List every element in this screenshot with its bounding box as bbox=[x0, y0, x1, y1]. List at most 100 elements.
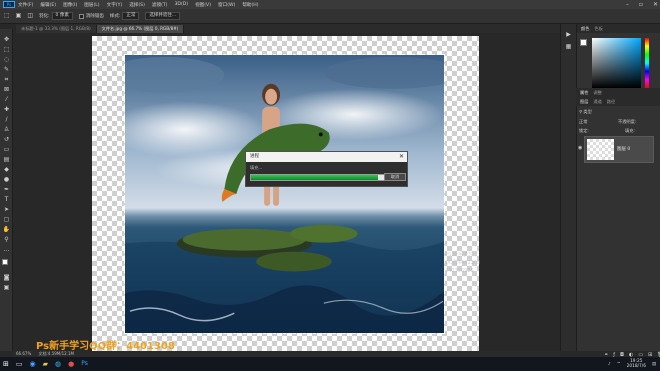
new-selection-icon[interactable]: ▣ bbox=[16, 12, 22, 20]
menu-edit[interactable]: 编辑(E) bbox=[40, 2, 56, 8]
tab-color[interactable]: 颜色 bbox=[581, 26, 589, 31]
network-icon[interactable]: ⌔ bbox=[617, 361, 621, 367]
lock-label: 锁定: bbox=[579, 128, 589, 133]
dialog-title: 进程 bbox=[250, 154, 260, 159]
date-text: 2018/7/6 bbox=[626, 364, 646, 369]
lasso-tool-icon[interactable]: ◌ bbox=[2, 55, 11, 64]
move-tool-icon[interactable]: ✥ bbox=[2, 35, 11, 44]
select-and-mask-button[interactable]: 选择并遮住... bbox=[145, 12, 181, 20]
foreground-color-swatch[interactable] bbox=[2, 259, 8, 265]
layer-thumbnail bbox=[587, 139, 614, 160]
menu-filter[interactable]: 滤镜(T) bbox=[152, 2, 168, 8]
close-icon[interactable]: ✕ bbox=[653, 1, 658, 8]
layer-name[interactable]: 图层 0 bbox=[617, 146, 630, 152]
blur-tool-icon[interactable]: ◆ bbox=[2, 165, 11, 174]
eyedropper-tool-icon[interactable]: ⁄ bbox=[2, 95, 11, 104]
tab-channels[interactable]: 通道 bbox=[593, 99, 601, 104]
canvas-image bbox=[124, 54, 445, 334]
doc-size: 文档:4.59M/12.1M bbox=[38, 351, 74, 356]
menu-help[interactable]: 帮助(H) bbox=[242, 2, 258, 8]
shape-tool-icon[interactable]: ▢ bbox=[2, 215, 11, 224]
history-panel-icon[interactable]: ▶ bbox=[564, 30, 573, 39]
progress-dialog: 进程 ✕ 填充... bbox=[245, 151, 408, 187]
clone-stamp-icon[interactable]: ♙ bbox=[2, 125, 11, 134]
options-bar: ⬚ ▣ ◫ 羽化: 0 像素 消除锯齿 样式: 正常 选择并遮住... bbox=[0, 9, 660, 24]
eye-icon[interactable]: ◉ bbox=[578, 145, 582, 151]
tab-paths[interactable]: 路径 bbox=[607, 99, 615, 104]
tab-adjustments[interactable]: 调整 bbox=[593, 90, 601, 95]
type-tool-icon[interactable]: T bbox=[2, 195, 11, 204]
more-tools-icon[interactable]: … bbox=[2, 245, 11, 254]
zoom-level[interactable]: 66.67% bbox=[16, 351, 31, 356]
dodge-tool-icon[interactable]: ● bbox=[2, 175, 11, 184]
antialias-checkbox[interactable]: 消除锯齿 bbox=[78, 13, 104, 19]
marquee-tool-icon[interactable]: ⬚ bbox=[4, 12, 10, 20]
feather-input[interactable]: 0 像素 bbox=[51, 12, 73, 20]
menu-image[interactable]: 图像(I) bbox=[63, 2, 77, 8]
tab-document-2[interactable]: 文件名.jpg @ 66.7% (图层 0, RGB/8#) bbox=[96, 25, 185, 33]
feather-control: 羽化: 0 像素 bbox=[39, 12, 73, 20]
screen-mode-icon[interactable]: ▣ bbox=[2, 283, 11, 292]
menu-window[interactable]: 窗口(W) bbox=[218, 2, 235, 8]
maximize-icon[interactable]: ▫ bbox=[639, 1, 643, 8]
history-brush-icon[interactable]: ↺ bbox=[2, 135, 11, 144]
browser-icon[interactable]: ◉ bbox=[30, 357, 36, 371]
quick-mask-icon[interactable]: ◙ bbox=[2, 273, 11, 282]
tab-properties[interactable]: 属性 bbox=[580, 90, 588, 95]
zoom-tool-icon[interactable]: ⚲ bbox=[2, 235, 11, 244]
tab-swatches[interactable]: 色板 bbox=[594, 26, 602, 31]
faint-line-1: PS 新手学习 bbox=[445, 252, 473, 258]
menu-type[interactable]: 文字(Y) bbox=[107, 2, 123, 8]
crop-tool-icon[interactable]: ⌗ bbox=[2, 75, 11, 84]
properties-panel-icon[interactable]: ▦ bbox=[564, 42, 573, 51]
antialias-label: 消除锯齿 bbox=[85, 14, 104, 19]
marquee-tool-icon[interactable]: ⬚ bbox=[2, 45, 11, 54]
menu-file[interactable]: 文件(F) bbox=[18, 2, 33, 8]
cancel-button[interactable]: 取消 bbox=[384, 173, 406, 181]
color-field[interactable] bbox=[592, 38, 641, 88]
add-selection-icon[interactable]: ◫ bbox=[27, 12, 33, 20]
healing-brush-icon[interactable]: ✚ bbox=[2, 105, 11, 114]
chat-icon[interactable]: ◍ bbox=[55, 357, 61, 371]
path-select-icon[interactable]: ➤ bbox=[2, 205, 11, 214]
windows-start-icon[interactable]: ⊞ bbox=[3, 357, 9, 371]
volume-icon[interactable]: ♪ bbox=[608, 362, 611, 367]
file-explorer-icon[interactable]: ▰ bbox=[43, 357, 48, 371]
frame-tool-icon[interactable]: ⊠ bbox=[2, 85, 11, 94]
fill-label: 填充: bbox=[625, 128, 635, 133]
style-select[interactable]: 正常 bbox=[122, 12, 140, 20]
notification-icon[interactable]: ▤ bbox=[652, 362, 656, 367]
taskbar: ⊞ ▭ ◉ ▰ ◍ ● Ps bbox=[0, 357, 660, 371]
hand-tool-icon[interactable]: ✋ bbox=[2, 225, 11, 234]
menu-3d[interactable]: 3D(D) bbox=[174, 2, 188, 7]
pen-tool-icon[interactable]: ✒ bbox=[2, 185, 11, 194]
quick-select-tool-icon[interactable]: ✎ bbox=[2, 65, 11, 74]
layer-kind-filter[interactable]: ⚲ 类型 bbox=[579, 109, 592, 115]
document-tabs: 未标题-1 @ 33.3% (图层 1, RGB/8) 文件名.jpg @ 66… bbox=[16, 24, 560, 33]
minimize-icon[interactable]: – bbox=[626, 1, 629, 8]
photoshop-taskbar-icon[interactable]: Ps bbox=[81, 357, 88, 371]
blend-mode-select[interactable]: 正常 bbox=[579, 119, 587, 125]
tab-layers[interactable]: 图层 bbox=[580, 99, 588, 104]
menu-view[interactable]: 视图(V) bbox=[195, 2, 211, 8]
eraser-tool-icon[interactable]: ▭ bbox=[2, 145, 11, 154]
menu-layer[interactable]: 图层(L) bbox=[84, 2, 99, 8]
menu-bar: Ps 文件(F) 编辑(E) 图像(I) 图层(L) 文字(Y) 选择(S) 滤… bbox=[0, 0, 660, 9]
clock[interactable]: 19:25 2018/7/6 bbox=[627, 359, 646, 369]
close-icon[interactable]: ✕ bbox=[399, 152, 404, 162]
hue-slider[interactable] bbox=[645, 38, 649, 88]
tab-document-1[interactable]: 未标题-1 @ 33.3% (图层 1, RGB/8) bbox=[16, 25, 97, 33]
faint-line-2: QQ群4401308 bbox=[445, 260, 481, 266]
brush-tool-icon[interactable]: ∕ bbox=[2, 115, 11, 124]
menu-select[interactable]: 选择(S) bbox=[129, 2, 145, 8]
style-control: 样式: 正常 bbox=[110, 12, 140, 20]
window-controls: – ▫ ✕ bbox=[626, 0, 658, 9]
style-label: 样式: bbox=[109, 14, 121, 19]
gradient-tool-icon[interactable]: ▤ bbox=[2, 155, 11, 164]
watermark-text: Ps新手学习QQ群：4401308 bbox=[36, 341, 175, 352]
opacity-label: 不透明度: bbox=[618, 119, 637, 124]
color-panel-tabs: 颜色 色板 bbox=[577, 24, 660, 33]
panel-foreground-swatch[interactable] bbox=[580, 39, 587, 46]
recorder-icon[interactable]: ● bbox=[68, 357, 74, 371]
taskview-icon[interactable]: ▭ bbox=[16, 357, 23, 371]
